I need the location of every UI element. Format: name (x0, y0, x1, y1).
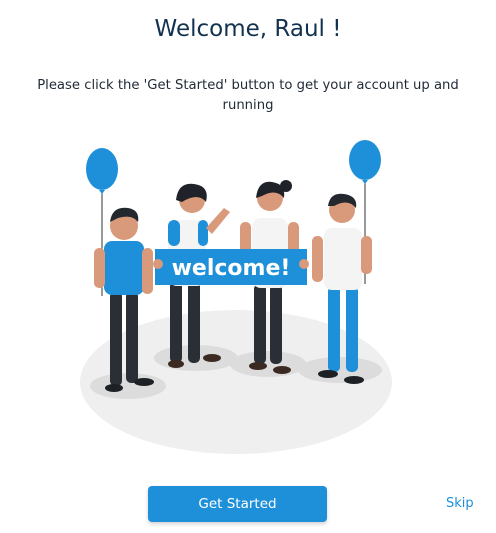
floor-shadow (230, 351, 306, 377)
page-title: Welcome, Raul ! (154, 16, 342, 42)
balloon-right-icon (349, 140, 381, 180)
get-started-button[interactable]: Get Started (148, 486, 327, 522)
welcome-illustration: welcome! (80, 140, 392, 454)
skip-link[interactable]: Skip (446, 496, 474, 511)
balloon-left-icon (86, 148, 118, 190)
page-subtitle: Please click the 'Get Started' button to… (37, 78, 459, 113)
welcome-banner-text: welcome! (172, 256, 291, 281)
